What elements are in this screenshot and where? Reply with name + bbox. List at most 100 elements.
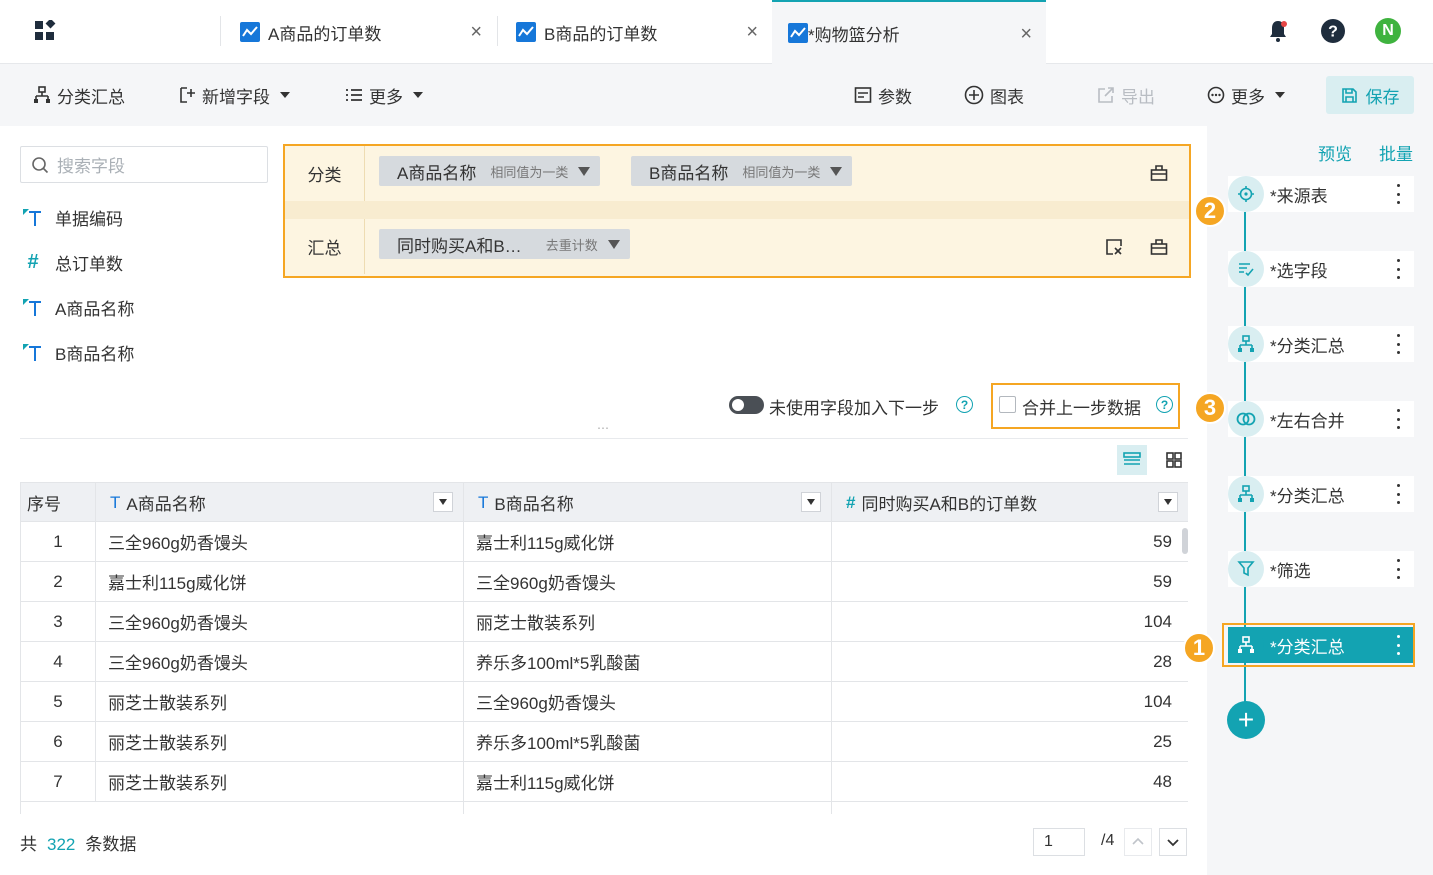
- help-icon[interactable]: ?: [1156, 396, 1173, 413]
- more-vertical-icon[interactable]: [1396, 409, 1400, 429]
- chevron-down-icon: [413, 92, 423, 98]
- chart-button[interactable]: 图表: [964, 64, 1024, 126]
- table-row[interactable]: 6 丽芝士散装系列 养乐多100ml*5乳酸菌 25: [21, 722, 1188, 762]
- table-cell: 25: [832, 722, 1188, 761]
- save-button[interactable]: 保存: [1326, 76, 1414, 114]
- table-row[interactable]: 4 三全960g奶香馒头 养乐多100ml*5乳酸菌 28: [21, 642, 1188, 682]
- params-button[interactable]: 参数: [854, 64, 912, 126]
- app-grid-icon[interactable]: [34, 20, 56, 42]
- caret-down-icon[interactable]: [578, 166, 591, 176]
- more-vertical-icon[interactable]: [1396, 259, 1400, 279]
- column-header[interactable]: T A商品名称: [96, 483, 464, 522]
- column-menu-icon[interactable]: [801, 492, 821, 512]
- table-row[interactable]: 5 丽芝士散装系列 三全960g奶香馒头 104: [21, 682, 1188, 722]
- column-menu-icon[interactable]: [433, 492, 453, 512]
- analysis-icon: [788, 23, 808, 43]
- step-select-fields[interactable]: *选字段: [1228, 251, 1414, 287]
- field-item[interactable]: # 总订单数: [20, 247, 123, 277]
- remove-field-icon[interactable]: [1105, 238, 1123, 256]
- field-item[interactable]: 单据编码: [20, 202, 123, 232]
- summary-chip[interactable]: 同时购买A和B… 去重计数: [379, 229, 630, 259]
- batch-link[interactable]: 批量: [1379, 140, 1413, 165]
- help-icon[interactable]: ?: [1320, 18, 1346, 44]
- table-cell: 5: [21, 682, 96, 721]
- resize-divider[interactable]: [20, 438, 1188, 439]
- more-menu-left[interactable]: 更多: [345, 64, 423, 126]
- add-field-button[interactable]: 新增字段: [178, 64, 290, 126]
- page-down-button[interactable]: [1159, 828, 1187, 856]
- group-summary-button[interactable]: 分类汇总: [33, 64, 125, 126]
- merge-prev-checkbox[interactable]: [999, 396, 1016, 413]
- clear-icon[interactable]: [1150, 164, 1168, 182]
- step-group-summary[interactable]: *分类汇总: [1228, 476, 1414, 512]
- table-view-icon[interactable]: [1117, 445, 1147, 475]
- merge-prev-label: 合并上一步数据: [1022, 399, 1141, 418]
- analysis-icon: [516, 22, 536, 42]
- unused-fields-toggle[interactable]: [729, 396, 764, 414]
- export-button[interactable]: 导出: [1097, 64, 1155, 126]
- more-vertical-icon[interactable]: [1396, 484, 1400, 504]
- caret-down-icon[interactable]: [830, 166, 843, 176]
- clear-icon[interactable]: [1150, 238, 1168, 256]
- column-menu-icon[interactable]: [1158, 492, 1178, 512]
- field-item[interactable]: B商品名称: [20, 337, 134, 367]
- table-cell: 4: [21, 642, 96, 681]
- page-up-button[interactable]: [1124, 828, 1152, 856]
- field-item[interactable]: A商品名称: [20, 292, 134, 322]
- save-label: 保存: [1365, 87, 1400, 107]
- column-label: 同时购买A和B的订单数: [861, 495, 1038, 514]
- table-cell: 7: [21, 762, 96, 801]
- step-filter[interactable]: *筛选: [1228, 551, 1414, 587]
- table-row[interactable]: 1 三全960g奶香馒头 嘉士利115g威化饼 59: [21, 522, 1188, 562]
- table-row[interactable]: 3 三全960g奶香馒头 丽芝士散装系列 104: [21, 602, 1188, 642]
- drag-handle-icon[interactable]: ⋯: [597, 421, 609, 435]
- group-chip[interactable]: B商品名称 相同值为一类: [631, 156, 853, 186]
- close-icon[interactable]: ×: [470, 22, 482, 42]
- step-source[interactable]: *来源表: [1228, 176, 1414, 212]
- bell-icon[interactable]: [1265, 18, 1291, 44]
- more-vertical-icon[interactable]: [1396, 334, 1400, 354]
- chevron-down-icon: [1275, 92, 1285, 98]
- close-icon[interactable]: ×: [1020, 24, 1032, 44]
- group-config-panel: 分类 A商品名称 相同值为一类 B商品名称 相同值为一类 汇总 同时购买A和B……: [283, 144, 1191, 278]
- more-vertical-icon[interactable]: [1396, 184, 1400, 204]
- text-field-icon: [23, 209, 41, 226]
- avatar[interactable]: N: [1375, 18, 1401, 44]
- column-header[interactable]: T B商品名称: [464, 483, 832, 522]
- source-icon: [1238, 186, 1254, 202]
- table-scrollbar[interactable]: [1182, 528, 1188, 554]
- tab-bar: A商品的订单数 × B商品的订单数 × *购物篮分析 × ? N: [0, 0, 1433, 64]
- step-label: *分类汇总: [1270, 486, 1345, 506]
- analysis-icon: [240, 22, 260, 42]
- help-icon[interactable]: ?: [956, 396, 973, 413]
- summary-row: 汇总 同时购买A和B… 去重计数: [285, 219, 1189, 274]
- table-row[interactable]: 7 丽芝士散装系列 嘉士利115g威化饼 48: [21, 762, 1188, 802]
- table-cell: 丽芝士散装系列: [96, 682, 464, 721]
- add-step-button[interactable]: +: [1227, 701, 1265, 739]
- chip-name: A商品名称: [397, 163, 477, 183]
- step-group-summary[interactable]: *分类汇总: [1228, 326, 1414, 362]
- search-input[interactable]: 搜索字段: [20, 146, 268, 183]
- group-chip[interactable]: A商品名称 相同值为一类: [379, 156, 601, 186]
- tab-a-orders[interactable]: A商品的订单数 ×: [222, 0, 496, 64]
- more-menu-right[interactable]: 更多: [1207, 64, 1285, 126]
- grid-view-icon[interactable]: [1159, 445, 1189, 475]
- tab-basket-analysis[interactable]: *购物篮分析 ×: [772, 0, 1046, 64]
- toolbar: 分类汇总 新增字段 更多 参数 图表 导出 更多: [0, 64, 1433, 126]
- caret-down-icon[interactable]: [607, 239, 620, 249]
- table-cell: 养乐多100ml*5乳酸菌: [464, 722, 832, 761]
- more-vertical-icon[interactable]: [1396, 559, 1400, 579]
- close-icon[interactable]: ×: [746, 22, 758, 42]
- preview-link[interactable]: 预览: [1318, 140, 1352, 165]
- tab-b-orders[interactable]: B商品的订单数 ×: [498, 0, 772, 64]
- chevron-up-icon: [1132, 837, 1144, 845]
- table-cell: 104: [832, 682, 1188, 721]
- step-join[interactable]: *左右合并: [1228, 401, 1414, 437]
- table-cell: 2: [21, 562, 96, 601]
- step-label: *来源表: [1270, 186, 1328, 206]
- page-input[interactable]: 1: [1033, 828, 1085, 856]
- tab-label: B商品的订单数: [544, 24, 658, 44]
- table-header: 序号 T A商品名称 T B商品名称 # 同时购买A和B的订单数: [21, 482, 1188, 522]
- table-row[interactable]: 2 嘉士利115g威化饼 三全960g奶香馒头 59: [21, 562, 1188, 602]
- column-header[interactable]: # 同时购买A和B的订单数: [832, 483, 1188, 522]
